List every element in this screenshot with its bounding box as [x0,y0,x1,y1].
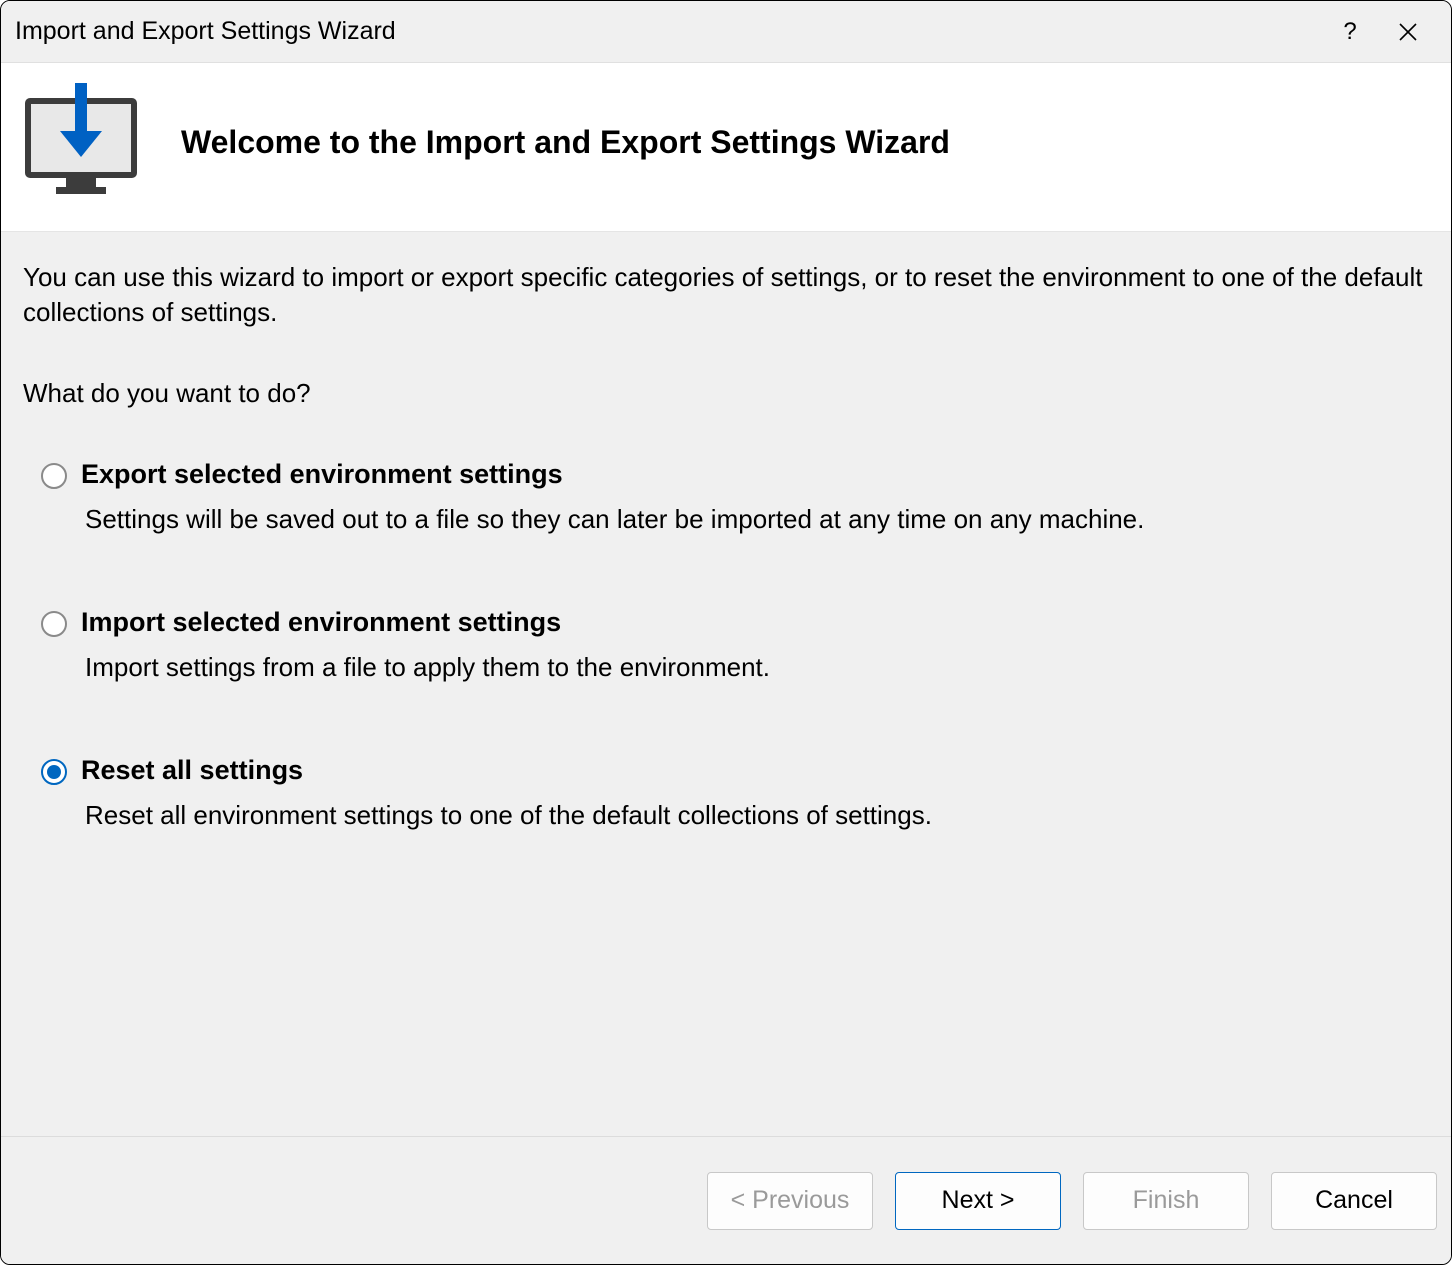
cancel-button[interactable]: Cancel [1271,1172,1437,1230]
close-button[interactable] [1379,1,1437,62]
window-title: Import and Export Settings Wizard [15,17,1321,46]
option-import[interactable]: Import selected environment settings Imp… [41,607,1429,683]
option-export[interactable]: Export selected environment settings Set… [41,459,1429,535]
option-import-title: Import selected environment settings [81,607,1429,638]
option-export-title: Export selected environment settings [81,459,1429,490]
wizard-content: You can use this wizard to import or exp… [1,232,1451,1136]
option-reset[interactable]: Reset all settings Reset all environment… [41,755,1429,831]
intro-text: You can use this wizard to import or exp… [23,260,1429,330]
options-group: Export selected environment settings Set… [23,459,1429,831]
titlebar: Import and Export Settings Wizard ? [1,1,1451,63]
finish-button[interactable]: Finish [1083,1172,1249,1230]
wizard-window: Import and Export Settings Wizard ? Welc… [0,0,1452,1265]
radio-reset[interactable] [41,759,67,785]
option-reset-desc: Reset all environment settings to one of… [85,800,1429,831]
help-button[interactable]: ? [1321,1,1379,62]
radio-import[interactable] [41,611,67,637]
close-icon [1399,23,1417,41]
wizard-title: Welcome to the Import and Export Setting… [181,124,950,161]
wizard-footer: < Previous Next > Finish Cancel [1,1136,1451,1264]
option-import-text: Import selected environment settings Imp… [81,607,1429,683]
next-button[interactable]: Next > [895,1172,1061,1230]
import-export-icon [11,83,151,201]
option-export-desc: Settings will be saved out to a file so … [85,504,1429,535]
option-export-text: Export selected environment settings Set… [81,459,1429,535]
prompt-text: What do you want to do? [23,378,1429,409]
option-reset-text: Reset all settings Reset all environment… [81,755,1429,831]
radio-export[interactable] [41,463,67,489]
option-import-desc: Import settings from a file to apply the… [85,652,1429,683]
previous-button[interactable]: < Previous [707,1172,873,1230]
wizard-header: Welcome to the Import and Export Setting… [1,63,1451,232]
option-reset-title: Reset all settings [81,755,1429,786]
